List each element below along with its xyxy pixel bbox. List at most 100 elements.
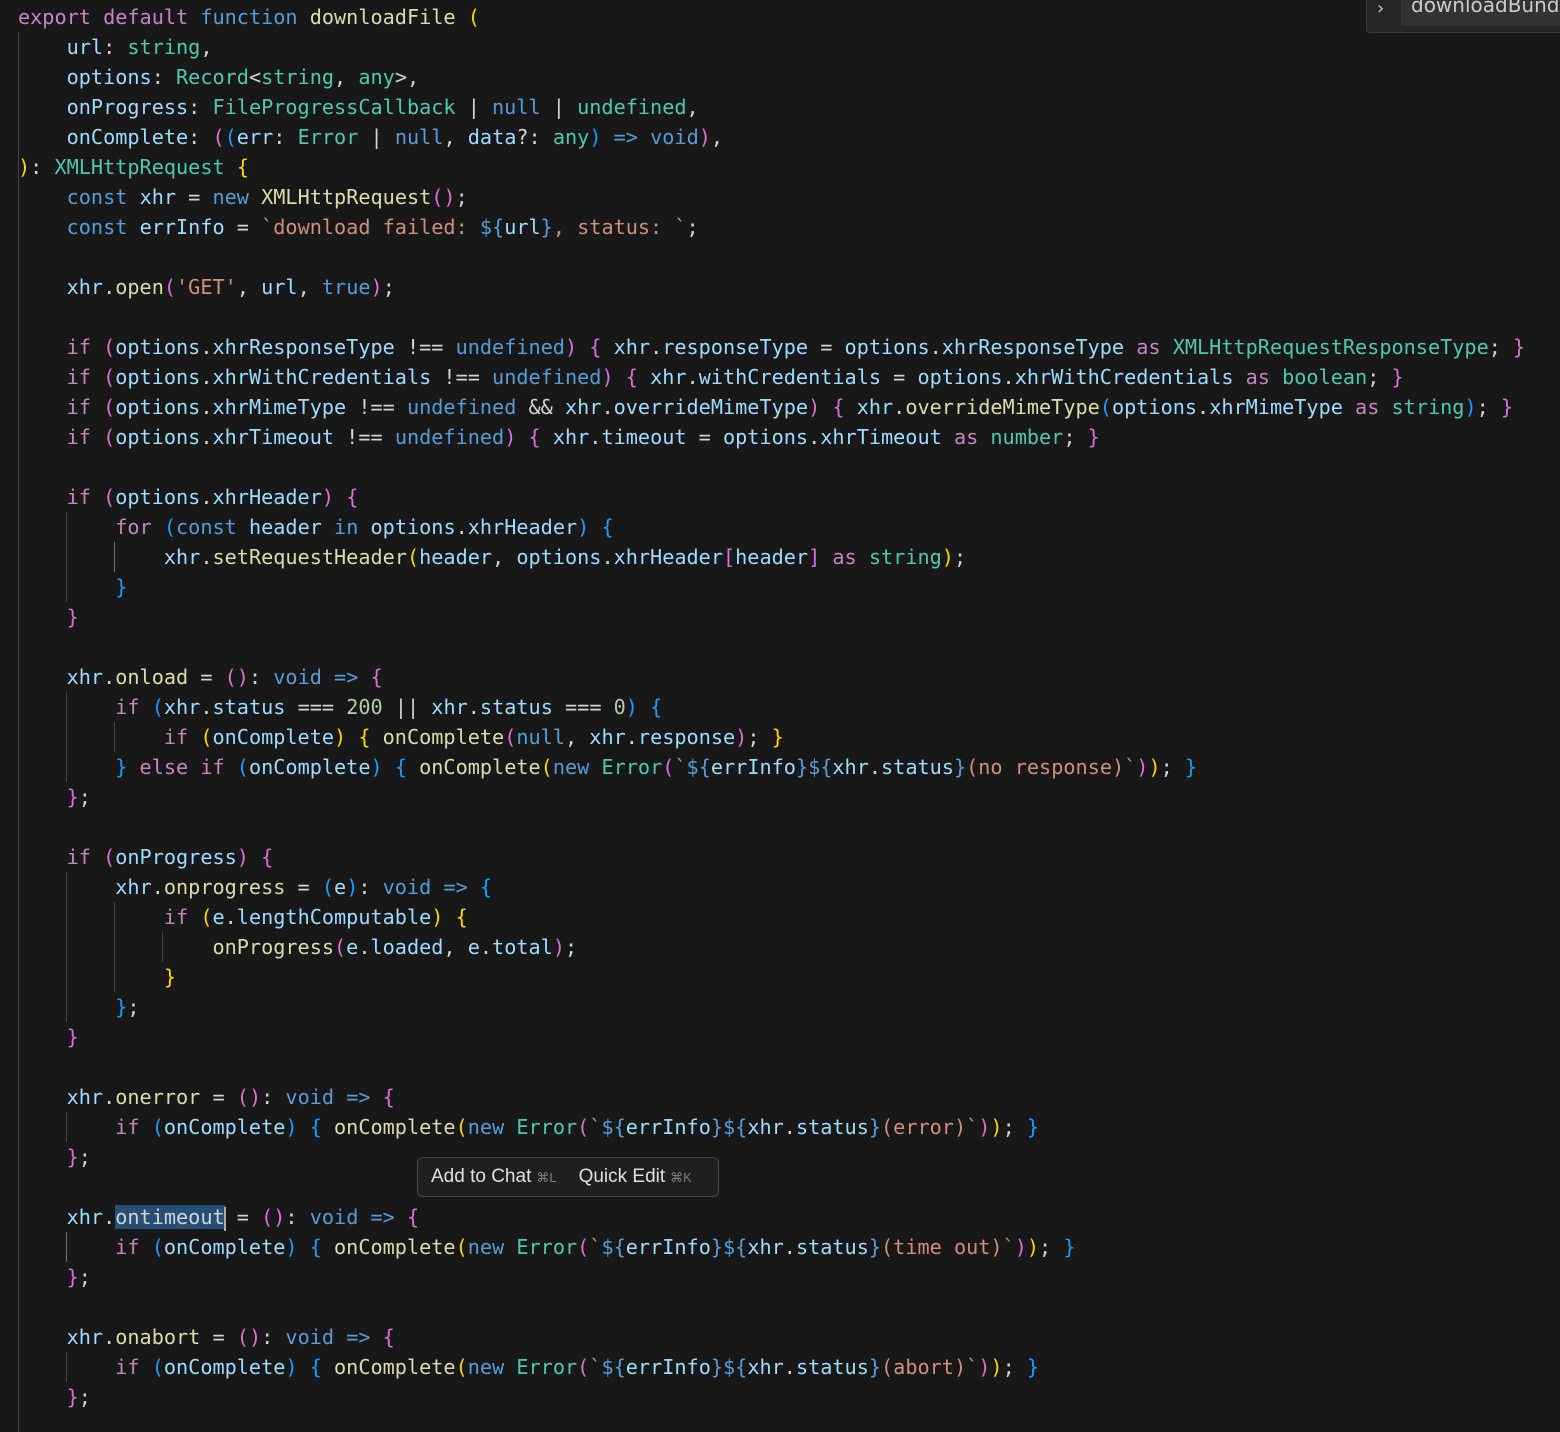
code-line[interactable]: } [18,572,127,602]
code-token: FileProgressCallback [212,95,456,119]
code-token: overrideMimeType [613,395,809,419]
code-token: status [881,755,954,779]
code-line[interactable]: if (options.xhrWithCredentials !== undef… [18,362,1404,392]
code-line[interactable]: xhr.onabort = (): void => { [18,1322,395,1352]
code-token: ) [18,155,31,179]
code-line[interactable]: url: string, [18,32,213,62]
code-line[interactable]: onProgress: FileProgressCallback | null … [18,92,699,122]
code-line[interactable]: xhr.ontimeout = (): void => { [18,1202,419,1232]
code-line[interactable]: onProgress(e.loaded, e.total); [18,932,577,962]
code-token: xhr [163,545,201,569]
code-line[interactable]: xhr.open('GET', url, true); [18,272,395,302]
code-line[interactable]: if (onProgress) { [18,842,274,872]
code-token: xhr [564,395,602,419]
code-token: xhrMimeType [212,395,347,419]
add-to-chat-button[interactable]: Add to Chat ⌘L [431,1166,557,1188]
code-line[interactable]: if (e.lengthComputable) { [18,902,468,932]
code-line[interactable]: export default function downloadFile ( [18,2,480,32]
chevron-right-icon[interactable]: › [1377,0,1384,19]
code-token: } [66,1385,79,1409]
code-token: } [1500,395,1514,419]
code-token: || [382,695,432,719]
code-line[interactable]: } [18,962,176,992]
code-line[interactable]: xhr.onprogress = (e): void => { [18,872,492,902]
code-line[interactable]: xhr.onerror = (): void => { [18,1082,395,1112]
code-token: status [479,695,553,719]
code-line[interactable]: if (onComplete) { onComplete(null, xhr.r… [18,722,784,752]
code-line[interactable]: const errInfo = `download failed: ${url}… [18,212,699,242]
code-line[interactable]: if (xhr.status === 200 || xhr.status ===… [18,692,662,722]
code-token: , [443,125,468,149]
breadcrumb-function[interactable]: downloadBund [1401,0,1560,26]
code-token: } [1026,1355,1040,1379]
code-line[interactable]: const xhr = new XMLHttpRequest(); [18,182,468,212]
code-line[interactable]: }; [18,1382,91,1412]
code-token: : [151,65,177,89]
code-line[interactable]: onComplete: ((err: Error | null, data?: … [18,122,723,152]
sticky-scroll-header[interactable]: › downloadBund [1366,0,1560,33]
code-line[interactable]: if (options.xhrTimeout !== undefined) { … [18,422,1100,452]
code-line[interactable]: if (onComplete) { onComplete(new Error(`… [18,1112,1039,1142]
code-line[interactable]: xhr.onload = (): void => { [18,662,383,692]
code-token: onComplete [334,1235,456,1259]
code-token: { [650,695,663,719]
code-line[interactable]: }; [18,1142,91,1172]
code-token: : [248,665,274,689]
code-token: . [103,275,116,299]
code-line[interactable]: for (const header in options.xhrHeader) … [18,512,613,542]
code-line[interactable]: xhr.setRequestHeader(header, options.xhr… [18,542,966,572]
code-token: () [236,1325,262,1349]
code-line[interactable]: } [18,1022,79,1052]
code-token: . [589,425,602,449]
code-line[interactable]: if (onComplete) { onComplete(new Error(`… [18,1352,1039,1382]
add-to-chat-label: Add to Chat [431,1166,532,1187]
code-token: ( [504,725,517,749]
code-editor[interactable]: export default function downloadFile ( u… [0,0,1560,1432]
code-line[interactable]: if (options.xhrHeader) { [18,482,359,512]
code-token: . [625,725,638,749]
code-token: } [1184,755,1198,779]
code-token: Error [601,755,663,779]
code-token: if [66,335,91,359]
code-token: if [66,395,91,419]
code-token: . [358,935,371,959]
code-token: if [163,725,189,749]
code-line[interactable]: options: Record<string, any>, [18,62,420,92]
code-line[interactable]: }; [18,782,91,812]
code-token: | [358,125,395,149]
code-token: . [893,395,906,419]
code-line[interactable]: if (options.xhrMimeType !== undefined &&… [18,392,1513,422]
code-token: { [358,725,371,749]
code-token: } [115,995,128,1019]
quick-edit-button[interactable]: Quick Edit ⌘K [579,1166,692,1188]
code-line[interactable]: } [18,602,79,632]
code-token: withCredentials [698,365,881,389]
code-line[interactable]: } else if (onComplete) { onComplete(new … [18,752,1197,782]
code-token: ${ [686,755,711,779]
code-token: ; [382,275,395,299]
code-token: (error)` [881,1115,979,1139]
code-token: if [66,425,91,449]
code-token: void [285,1085,335,1109]
code-line[interactable]: if (onComplete) { onComplete(new Error(`… [18,1232,1075,1262]
code-line[interactable]: ): XMLHttpRequest { [18,152,249,182]
code-token: ( [662,755,675,779]
code-token: = [808,335,845,359]
code-line[interactable]: if (options.xhrResponseType !== undefine… [18,332,1526,362]
code-token: { [370,665,383,689]
code-line[interactable]: }; [18,992,139,1022]
code-token: any [552,125,590,149]
code-line[interactable]: }; [18,1262,91,1292]
code-token: onComplete [382,725,505,749]
code-token: ) [808,395,821,419]
code-token: . [224,905,237,929]
